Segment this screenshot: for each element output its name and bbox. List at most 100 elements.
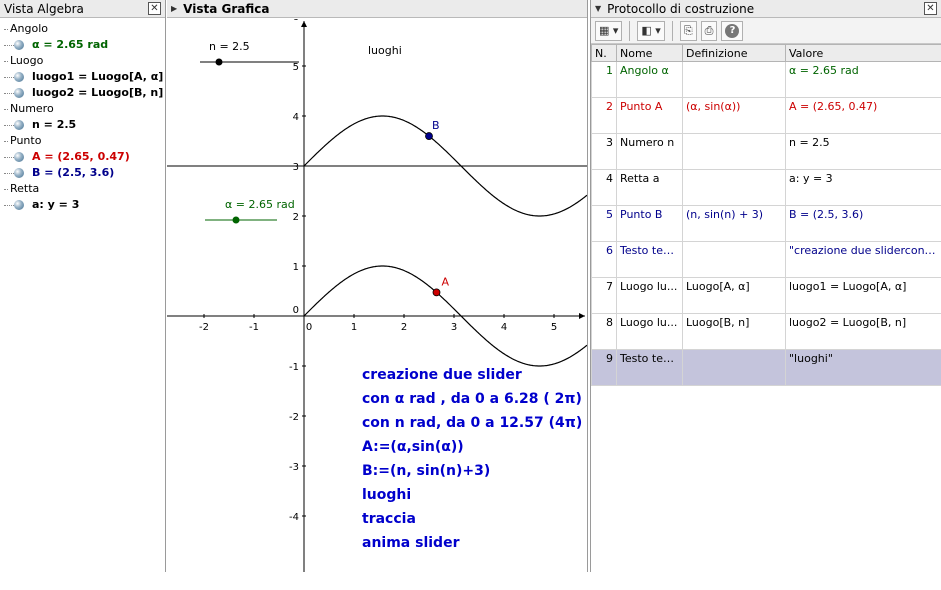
column-header-n[interactable]: N. bbox=[591, 44, 617, 62]
protocol-row[interactable]: 4 Retta a a: y = 3 bbox=[591, 169, 941, 206]
cell-nome[interactable]: Testo test... bbox=[616, 241, 683, 278]
protocol-row[interactable]: 7 Luogo lu... Luogo[A, α] luogo1 = Luogo[A,… bbox=[591, 277, 941, 314]
cell-valore[interactable]: a: y = 3 bbox=[785, 169, 941, 206]
visibility-bullet-icon[interactable] bbox=[14, 120, 24, 130]
protocol-row[interactable]: 8 Luogo lu... Luogo[B, n] luogo2 = Luogo[B,… bbox=[591, 313, 941, 350]
options-menu-button[interactable]: ◧ ▾ bbox=[637, 20, 665, 41]
cell-definizione[interactable] bbox=[682, 61, 786, 98]
close-icon[interactable]: ✕ bbox=[924, 2, 937, 15]
close-icon[interactable]: ✕ bbox=[148, 2, 161, 15]
visibility-bullet-icon[interactable] bbox=[14, 88, 24, 98]
cell-number[interactable]: 8 bbox=[591, 313, 617, 350]
cell-valore[interactable]: luogo2 = Luogo[B, n] bbox=[785, 313, 941, 350]
column-header-definizione[interactable]: Definizione bbox=[682, 44, 786, 62]
algebra-item-luogo1[interactable]: luogo1 = Luogo[A, α] bbox=[0, 69, 165, 85]
algebra-item-luogo2[interactable]: luogo2 = Luogo[B, n] bbox=[0, 85, 165, 101]
cell-number[interactable]: 9 bbox=[591, 349, 617, 386]
visibility-bullet-icon[interactable] bbox=[14, 168, 24, 178]
algebra-item-label: luogo1 = Luogo[A, α] bbox=[32, 70, 164, 83]
cell-number[interactable]: 2 bbox=[591, 97, 617, 134]
visibility-bullet-icon[interactable] bbox=[14, 152, 24, 162]
cell-nome[interactable]: Angolo α bbox=[616, 61, 683, 98]
category-luogo[interactable]: Luogo bbox=[0, 53, 165, 69]
cell-valore[interactable]: luogo1 = Luogo[A, α] bbox=[785, 277, 941, 314]
cell-valore[interactable]: B = (2.5, 3.6) bbox=[785, 205, 941, 242]
y-tick-label: -2 bbox=[289, 412, 299, 423]
algebra-item-line-a[interactable]: a: y = 3 bbox=[0, 197, 165, 213]
column-header-nome[interactable]: Nome bbox=[616, 44, 683, 62]
cell-valore[interactable]: A = (2.65, 0.47) bbox=[785, 97, 941, 134]
cell-nome[interactable]: Numero n bbox=[616, 133, 683, 170]
cell-number[interactable]: 1 bbox=[591, 61, 617, 98]
export-button[interactable]: ⎘ bbox=[679, 20, 697, 41]
cell-number[interactable]: 3 bbox=[591, 133, 617, 170]
point-a[interactable] bbox=[432, 288, 441, 297]
algebra-item-point-b[interactable]: B = (2.5, 3.6) bbox=[0, 165, 165, 181]
cell-valore[interactable]: "luoghi" bbox=[785, 349, 941, 386]
cell-nome[interactable]: Luogo lu... bbox=[616, 313, 683, 350]
points[interactable] bbox=[425, 132, 441, 297]
cell-number[interactable]: 5 bbox=[591, 205, 617, 242]
protocol-row[interactable]: 9 Testo test... "luoghi" bbox=[591, 349, 941, 386]
cell-number[interactable]: 6 bbox=[591, 241, 617, 278]
cell-nome[interactable]: Punto A bbox=[616, 97, 683, 134]
category-numero[interactable]: Numero bbox=[0, 101, 165, 117]
category-retta[interactable]: Retta bbox=[0, 181, 165, 197]
cell-number[interactable]: 4 bbox=[591, 169, 617, 206]
algebra-tree: Angolo α = 2.65 rad Luogo luogo1 = Luogo… bbox=[0, 18, 165, 213]
protocol-row[interactable]: 5 Punto B (n, sin(n) + 3) B = (2.5, 3.6) bbox=[591, 205, 941, 242]
protocol-row[interactable]: 2 Punto A (α, sin(α)) A = (2.65, 0.47) bbox=[591, 97, 941, 134]
description-text[interactable]: creazione due slider con α rad , da 0 a 6… bbox=[362, 363, 582, 555]
algebra-item-alpha[interactable]: α = 2.65 rad bbox=[0, 37, 165, 53]
slider-n[interactable]: n = 2.5 bbox=[200, 40, 299, 66]
cell-definizione[interactable] bbox=[682, 169, 786, 206]
help-button[interactable]: ? bbox=[721, 20, 744, 41]
protocol-row[interactable]: 6 Testo test... "creazione due slidercon α… bbox=[591, 241, 941, 278]
description-line: A:=(α,sin(α)) bbox=[362, 439, 464, 455]
cell-nome[interactable]: Retta a bbox=[616, 169, 683, 206]
cell-number[interactable]: 7 bbox=[591, 277, 617, 314]
description-line: con α rad , da 0 a 6.28 ( 2π) bbox=[362, 391, 582, 407]
protocol-row[interactable]: 1 Angolo α α = 2.65 rad bbox=[591, 61, 941, 98]
cell-nome[interactable]: Luogo lu... bbox=[616, 277, 683, 314]
print-button[interactable]: ⎙ bbox=[700, 20, 718, 41]
cell-valore[interactable]: "creazione due slidercon α... bbox=[785, 241, 941, 278]
cell-nome[interactable]: Punto B bbox=[616, 205, 683, 242]
description-line: luoghi bbox=[362, 487, 412, 503]
point-b[interactable] bbox=[425, 132, 433, 140]
algebra-item-n[interactable]: n = 2.5 bbox=[0, 117, 165, 133]
protocol-body: 1 Angolo αα = 2.65 rad 2 Punto A (α, sin(α))… bbox=[591, 61, 941, 386]
y-tick-label: -4 bbox=[289, 512, 299, 523]
category-angolo[interactable]: Angolo bbox=[0, 21, 165, 37]
slider-n-knob[interactable] bbox=[215, 58, 223, 66]
slider-alpha[interactable]: α = 2.65 rad bbox=[205, 198, 295, 224]
y-tick-label: 1 bbox=[293, 262, 299, 273]
columns-menu-button[interactable]: ▦ ▾ bbox=[595, 20, 623, 41]
cell-definizione[interactable]: (α, sin(α)) bbox=[682, 97, 786, 134]
visibility-bullet-icon[interactable] bbox=[14, 40, 24, 50]
visibility-bullet-icon[interactable] bbox=[14, 200, 24, 210]
cell-valore[interactable]: α = 2.65 rad bbox=[785, 61, 941, 98]
cell-definizione[interactable]: (n, sin(n) + 3) bbox=[682, 205, 786, 242]
cell-definizione[interactable] bbox=[682, 349, 786, 386]
algebra-item-point-a[interactable]: A = (2.65, 0.47) bbox=[0, 149, 165, 165]
collapse-triangle-icon[interactable]: ▶ bbox=[171, 4, 177, 13]
column-header-valore[interactable]: Valore bbox=[785, 44, 941, 62]
protocol-row[interactable]: 3 Numero n n = 2.5 bbox=[591, 133, 941, 170]
slider-alpha-knob[interactable] bbox=[232, 216, 240, 224]
cell-definizione[interactable] bbox=[682, 133, 786, 170]
sliders[interactable]: n = 2.5 α = 2.65 rad bbox=[200, 40, 299, 224]
x-tick-label: 1 bbox=[351, 322, 357, 333]
x-axis-arrow-icon bbox=[579, 313, 585, 319]
protocol-header-row: N. Nome Definizione Valore bbox=[591, 44, 941, 62]
y-tick-label: 3 bbox=[293, 162, 299, 173]
cell-definizione[interactable] bbox=[682, 241, 786, 278]
text-luoghi[interactable]: luoghi bbox=[368, 44, 402, 57]
cell-nome[interactable]: Testo test... bbox=[616, 349, 683, 386]
category-punto[interactable]: Punto bbox=[0, 133, 165, 149]
cell-definizione[interactable]: Luogo[A, α] bbox=[682, 277, 786, 314]
collapse-triangle-icon[interactable]: ▼ bbox=[595, 4, 601, 13]
cell-valore[interactable]: n = 2.5 bbox=[785, 133, 941, 170]
visibility-bullet-icon[interactable] bbox=[14, 72, 24, 82]
cell-definizione[interactable]: Luogo[B, n] bbox=[682, 313, 786, 350]
